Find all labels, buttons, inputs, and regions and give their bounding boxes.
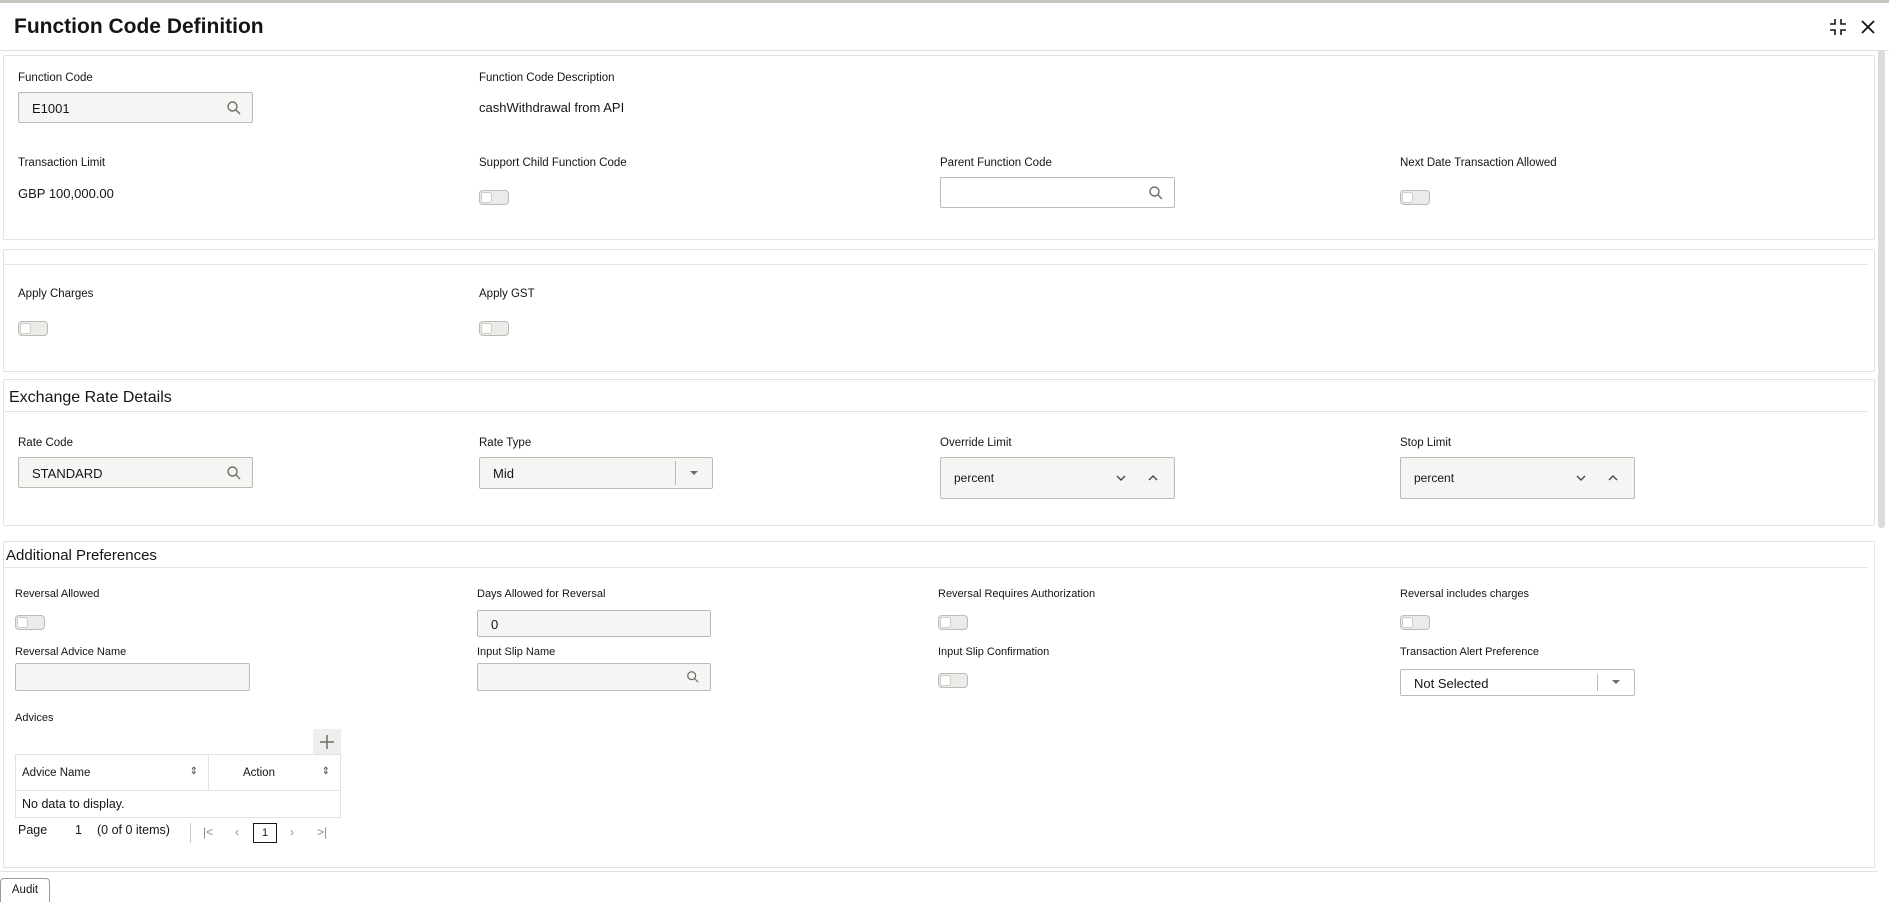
divider xyxy=(190,823,191,843)
function-code-field[interactable]: E1001 xyxy=(18,92,253,123)
function-code-description-label: Function Code Description xyxy=(479,72,615,84)
divider xyxy=(5,411,1867,412)
dialog-header: Function Code Definition xyxy=(0,3,1889,51)
function-code-value: E1001 xyxy=(32,101,70,116)
input-slip-confirmation-label: Input Slip Confirmation xyxy=(938,646,1050,658)
apply-gst-toggle[interactable] xyxy=(479,321,509,336)
page-label: Page xyxy=(18,823,48,837)
rate-code-field[interactable]: STANDARD xyxy=(18,457,253,488)
next-page-icon[interactable]: › xyxy=(290,825,294,839)
close-icon[interactable] xyxy=(1856,15,1880,39)
support-child-label: Support Child Function Code xyxy=(479,157,627,169)
current-page-box[interactable]: 1 xyxy=(253,823,277,843)
function-code-label: Function Code xyxy=(18,72,93,84)
page-title: Function Code Definition xyxy=(14,15,264,38)
chevron-up-icon[interactable] xyxy=(1146,471,1160,485)
first-page-icon[interactable]: |< xyxy=(203,825,213,839)
column-header-advice-name[interactable]: Advice Name ⇕ xyxy=(16,755,209,791)
reversal-charges-toggle[interactable] xyxy=(1400,615,1430,630)
plus-icon xyxy=(320,734,334,749)
rate-code-label: Rate Code xyxy=(18,437,73,449)
exchange-rate-panel xyxy=(3,379,1875,526)
reversal-auth-label: Reversal Requires Authorization xyxy=(938,588,1096,600)
alert-preference-value: Not Selected xyxy=(1414,676,1489,691)
stop-limit-field[interactable]: percent xyxy=(1400,457,1635,499)
basic-details-panel xyxy=(3,55,1875,240)
prev-page-icon[interactable]: ‹ xyxy=(235,825,239,839)
rate-type-value: Mid xyxy=(493,466,514,481)
audit-button[interactable]: Audit xyxy=(0,878,50,902)
reversal-charges-label: Reversal includes charges xyxy=(1400,588,1530,600)
days-allowed-value: 0 xyxy=(491,617,499,632)
last-page-icon[interactable]: >| xyxy=(317,825,327,839)
override-limit-value: percent xyxy=(954,471,995,485)
column-header-label: Advice Name xyxy=(22,767,91,779)
sort-icon[interactable]: ⇕ xyxy=(322,766,330,777)
divider xyxy=(0,871,1878,872)
exchange-rate-title: Exchange Rate Details xyxy=(9,389,172,406)
apply-charges-toggle[interactable] xyxy=(18,321,48,336)
reversal-auth-toggle[interactable] xyxy=(938,615,968,630)
search-icon[interactable] xyxy=(686,670,700,684)
table-header-row: Advice Name ⇕ Action ⇕ xyxy=(16,755,340,791)
table-empty-message: No data to display. xyxy=(22,797,125,811)
rate-code-value: STANDARD xyxy=(32,466,103,481)
sort-icon[interactable]: ⇕ xyxy=(190,766,198,777)
caret-down-icon[interactable] xyxy=(1612,680,1620,684)
input-slip-field[interactable] xyxy=(477,663,711,691)
reversal-advice-field[interactable] xyxy=(15,663,250,691)
column-header-action[interactable]: Action ⇕ xyxy=(209,755,340,791)
transaction-limit-value: GBP 100,000.00 xyxy=(18,186,114,201)
add-advice-button[interactable] xyxy=(313,729,341,754)
search-icon[interactable] xyxy=(226,465,242,481)
function-code-description-value: cashWithdrawal from API xyxy=(479,100,625,115)
transaction-limit-label: Transaction Limit xyxy=(18,157,106,169)
rate-type-label: Rate Type xyxy=(479,437,532,449)
search-icon[interactable] xyxy=(226,100,242,116)
alert-preference-label: Transaction Alert Preference xyxy=(1400,646,1539,658)
reversal-allowed-toggle[interactable] xyxy=(15,615,45,630)
page-number[interactable]: 1 xyxy=(75,823,82,837)
stop-limit-label: Stop Limit xyxy=(1400,437,1452,449)
days-allowed-field[interactable]: 0 xyxy=(477,610,711,637)
stop-limit-value: percent xyxy=(1414,471,1455,485)
divider xyxy=(5,567,1867,568)
column-header-label: Action xyxy=(243,767,275,779)
alert-preference-select[interactable]: Not Selected xyxy=(1400,669,1635,696)
next-date-txn-toggle[interactable] xyxy=(1400,190,1430,205)
chevron-up-icon[interactable] xyxy=(1606,471,1620,485)
parent-function-code-field[interactable] xyxy=(940,177,1175,208)
divider xyxy=(5,264,1867,265)
caret-down-icon[interactable] xyxy=(690,471,698,475)
advices-title: Advices xyxy=(15,712,54,724)
apply-charges-label: Apply Charges xyxy=(18,288,94,300)
additional-preferences-title: Additional Preferences xyxy=(6,547,157,564)
collapse-icon[interactable] xyxy=(1826,15,1850,39)
override-limit-field[interactable]: percent xyxy=(940,457,1175,499)
advices-table: Advice Name ⇕ Action ⇕ No data to displa… xyxy=(15,754,341,818)
charges-panel xyxy=(3,249,1875,372)
reversal-advice-label: Reversal Advice Name xyxy=(15,646,127,658)
input-slip-label: Input Slip Name xyxy=(477,646,556,658)
vertical-scrollbar[interactable] xyxy=(1878,50,1885,528)
rate-type-select[interactable]: Mid xyxy=(479,457,713,489)
items-count: (0 of 0 items) xyxy=(97,823,170,837)
input-slip-confirmation-toggle[interactable] xyxy=(938,673,968,688)
parent-function-code-label: Parent Function Code xyxy=(940,157,1052,169)
reversal-allowed-label: Reversal Allowed xyxy=(15,588,100,600)
chevron-down-icon[interactable] xyxy=(1114,471,1128,485)
support-child-toggle[interactable] xyxy=(479,190,509,205)
chevron-down-icon[interactable] xyxy=(1574,471,1588,485)
select-divider xyxy=(1597,674,1598,691)
next-date-txn-label: Next Date Transaction Allowed xyxy=(1400,157,1557,169)
apply-gst-label: Apply GST xyxy=(479,288,535,300)
override-limit-label: Override Limit xyxy=(940,437,1012,449)
search-icon[interactable] xyxy=(1148,185,1164,201)
days-allowed-label: Days Allowed for Reversal xyxy=(477,588,606,600)
select-divider xyxy=(675,461,676,485)
